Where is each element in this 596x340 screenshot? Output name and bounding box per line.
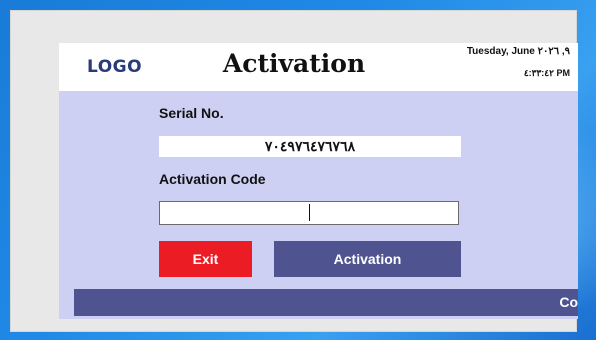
time-display: ٤:٣٣:٤٢ PM [523, 68, 570, 78]
text-cursor [309, 204, 310, 221]
activation-code-label: Activation Code [159, 171, 266, 187]
page-title: Activation [222, 49, 366, 78]
desktop-background: LOGO Activation Tuesday, June ٩, ٢٠٢٦ ٤:… [0, 0, 596, 340]
header-bar: LOGO Activation Tuesday, June ٩, ٢٠٢٦ ٤:… [59, 43, 578, 91]
logo: LOGO [87, 57, 143, 77]
activation-button[interactable]: Activation [274, 241, 461, 277]
footer-scrolling-text: Co [559, 294, 578, 310]
serial-number-value: ٧٠٤٩٧٦٤٧٦٧٦٨ [159, 136, 461, 157]
date-display: Tuesday, June ٩, ٢٠٢٦ [466, 46, 570, 57]
window-frame: LOGO Activation Tuesday, June ٩, ٢٠٢٦ ٤:… [10, 10, 578, 332]
activation-window: LOGO Activation Tuesday, June ٩, ٢٠٢٦ ٤:… [59, 43, 578, 319]
serial-number-label: Serial No. [159, 105, 224, 121]
footer-bar: Co [74, 289, 578, 316]
exit-button[interactable]: Exit [159, 241, 252, 277]
